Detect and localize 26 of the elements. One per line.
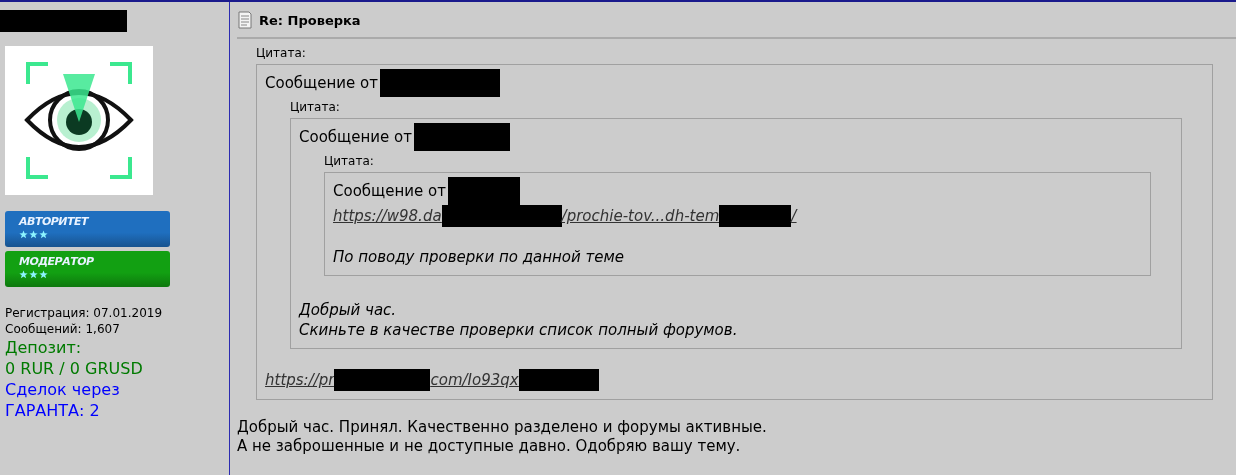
star-icon [19, 230, 28, 239]
star-icon [39, 270, 48, 279]
quote-label: Цитата: [256, 45, 307, 61]
user-stat: Регистрация: 07.01.2019 [5, 305, 164, 321]
quote-label: Цитата: [324, 153, 375, 169]
user-stat: 0 RUR / 0 GRUSD [5, 358, 144, 379]
user-stat: Сообщений: 1,607 [5, 321, 121, 337]
star-icon [29, 230, 38, 239]
quote-author: Сообщение от [333, 177, 1120, 205]
rank-badge: МОДЕРАТОР [5, 251, 170, 287]
quote-author: Сообщение от [299, 123, 1151, 151]
user-stat: Депозит: [5, 337, 83, 358]
link[interactable]: https://pr com/Io93qx [265, 369, 599, 391]
quote-text: Добрый час. Скиньте в качестве проверки список полный форумов. [299, 300, 739, 340]
star-icon [39, 230, 48, 239]
user-stat: ГАРАНТА: 2 [5, 400, 101, 421]
star-icon [29, 270, 38, 279]
post-title: Re: Проверка [259, 12, 361, 28]
post-text: Добрый час. Принял. Качественно разделено и форумы активные. А не заброшенные и не доступные давно. Одобряю вашу тему. [237, 418, 768, 456]
quote-label: Цитата: [290, 99, 341, 115]
user-stat: Сделок через [5, 379, 121, 400]
star-icon [19, 270, 28, 279]
document-icon [237, 11, 253, 29]
quote-text: По поводу проверки по данной теме [333, 247, 626, 267]
quote-author: Сообщение от [265, 69, 1182, 97]
rank-badge: АВТОРИТЕТ [5, 211, 170, 247]
